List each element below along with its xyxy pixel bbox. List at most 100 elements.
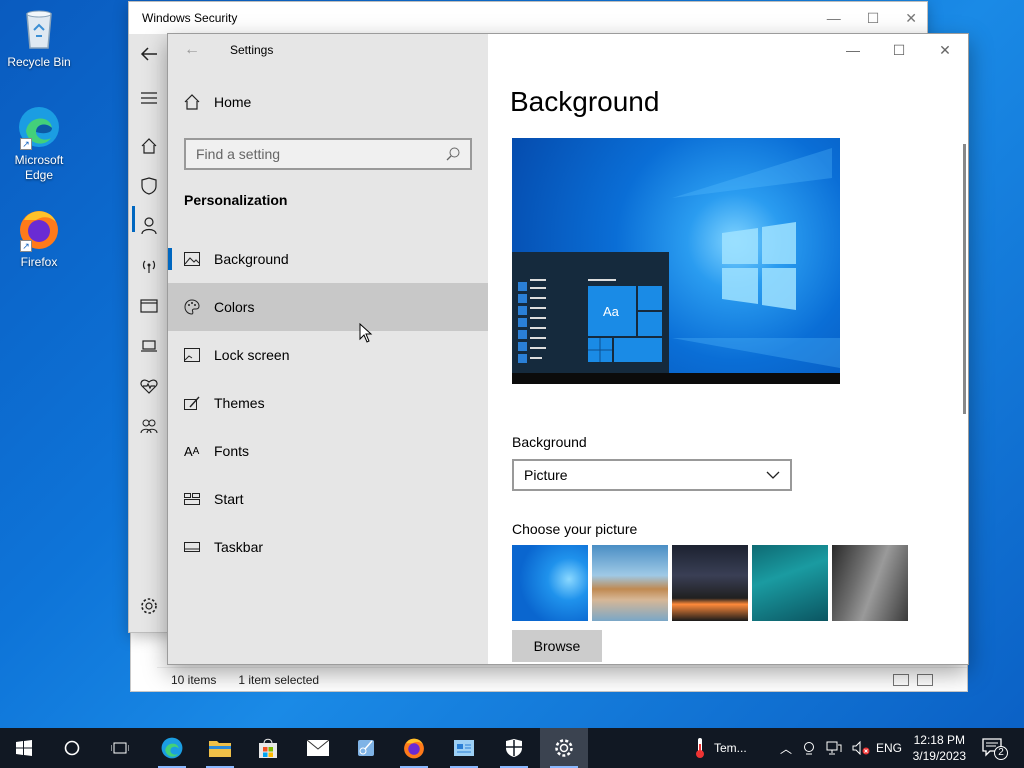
clock-time: 12:18 PM [913,733,965,747]
firefox-icon [404,738,424,759]
windows-security-titlebar: Windows Security [129,2,927,34]
picture-thumbnail[interactable] [592,545,668,621]
taskbar-windows-security[interactable] [490,728,538,768]
task-view-icon [111,742,129,754]
taskbar-control-panel[interactable] [440,728,488,768]
taskbar-mail[interactable] [294,728,342,768]
minimize-icon[interactable]: — [830,42,876,58]
settings-titlebar: ← Settings [168,34,488,66]
nav-item-taskbar[interactable]: Taskbar [168,523,488,571]
taskbar-settings[interactable] [540,728,588,768]
taskbar-icon [184,542,200,552]
store-bag-icon [259,738,277,758]
settings-gear-icon [555,739,573,757]
nav-item-label: Taskbar [214,539,264,555]
taskbar-firefox[interactable] [390,728,438,768]
desktop-icon-edge[interactable]: ↗ Microsoft Edge [4,104,74,183]
content-scrollbar[interactable] [963,144,966,414]
preview-sample-text: Aa [603,304,619,319]
heart-health-icon[interactable] [129,368,169,404]
cortana-circle-icon [64,740,80,756]
volume-muted-icon[interactable] [852,741,870,755]
webcam-icon[interactable] [802,741,816,755]
picture-thumbnail[interactable] [752,545,828,621]
dropdown-value: Picture [524,467,568,483]
nav-home[interactable]: Home [184,94,251,110]
weather-text: Tem... [714,741,747,755]
network-icon[interactable] [826,741,842,755]
back-arrow-icon[interactable] [129,36,169,72]
maximize-icon[interactable]: ☐ [867,10,880,27]
close-icon[interactable]: ✕ [905,10,917,27]
minimize-icon[interactable]: — [827,10,841,26]
preview-taskbar [512,373,840,384]
chevron-up-icon[interactable]: ︿ [780,740,792,757]
browse-button[interactable]: Browse [512,630,602,662]
search-input[interactable]: Find a setting [184,138,472,170]
desktop-icon-label: Firefox [20,255,58,269]
desktop-icon-label: Microsoft Edge [14,153,64,182]
themes-icon [184,396,200,410]
clock[interactable]: 12:18 PM 3/19/2023 [913,732,966,764]
background-type-dropdown[interactable]: Picture [512,459,792,491]
fonts-icon: AA [184,443,200,459]
nav-home-label: Home [214,94,252,110]
nav-item-label: Fonts [214,443,250,459]
taskbar-edge[interactable] [148,728,196,768]
nav-item-colors[interactable]: Colors [168,283,488,331]
taskbar-store[interactable] [244,728,292,768]
nav-item-background[interactable]: Background [168,235,488,283]
input-language[interactable]: ENG [876,728,902,768]
nav-item-start[interactable]: Start [168,475,488,523]
details-view-icon[interactable] [893,674,909,686]
picture-icon [184,252,200,266]
app-browser-icon[interactable] [129,288,169,324]
status-selected-count: 1 item selected [238,672,320,687]
hamburger-menu-icon[interactable] [129,80,169,116]
action-center-button[interactable]: 2 [982,728,1008,768]
desktop-icon-firefox[interactable]: ↗ Firefox [4,206,74,270]
settings-window-controls: — ☐ ✕ [830,34,968,66]
edge-icon [161,737,183,759]
start-button[interactable] [0,728,48,768]
large-icons-view-icon[interactable] [917,674,933,686]
control-panel-icon [454,740,474,756]
nav-item-fonts[interactable]: AA Fonts [168,427,488,475]
back-arrow-icon[interactable]: ← [168,41,216,59]
settings-nav-pane: ← Settings Home Find a setting Personali… [168,34,488,664]
palette-icon [184,299,200,315]
nav-item-label: Background [214,251,289,267]
shortcut-arrow-icon: ↗ [20,138,32,150]
close-icon[interactable]: ✕ [922,42,968,59]
clock-date: 3/19/2023 [912,749,966,763]
maximize-icon[interactable]: ☐ [876,42,922,59]
nav-item-label: Start [214,491,244,507]
nav-item-themes[interactable]: Themes [168,379,488,427]
wireless-icon[interactable] [129,248,169,284]
person-icon[interactable] [129,208,169,244]
mail-icon [306,739,330,756]
picture-thumbnail[interactable] [512,545,588,621]
taskbar-file-explorer[interactable] [196,728,244,768]
desktop-icon-recycle-bin[interactable]: Recycle Bin [4,6,74,70]
device-laptop-icon[interactable] [129,328,169,364]
picture-thumbnail[interactable] [832,545,908,621]
settings-window: ← Settings Home Find a setting Personali… [167,33,969,665]
taskbar-snipping-tool[interactable] [342,728,390,768]
section-heading: Personalization [184,192,288,208]
nav-item-lock-screen[interactable]: Lock screen [168,331,488,379]
picture-thumbnail[interactable] [672,545,748,621]
shield-icon[interactable] [129,168,169,204]
search-button[interactable] [48,728,96,768]
home-icon[interactable] [129,128,169,164]
settings-gear-icon[interactable] [129,588,169,624]
family-icon[interactable] [129,408,169,444]
background-type-label: Background [512,434,587,450]
nav-item-label: Themes [214,395,265,411]
weather-widget[interactable]: Tem... [694,728,747,768]
background-preview: Aa [512,138,840,384]
windows-logo-icon [16,740,32,756]
page-title: Background [510,86,660,117]
shortcut-arrow-icon: ↗ [20,240,32,252]
task-view-button[interactable] [96,728,144,768]
